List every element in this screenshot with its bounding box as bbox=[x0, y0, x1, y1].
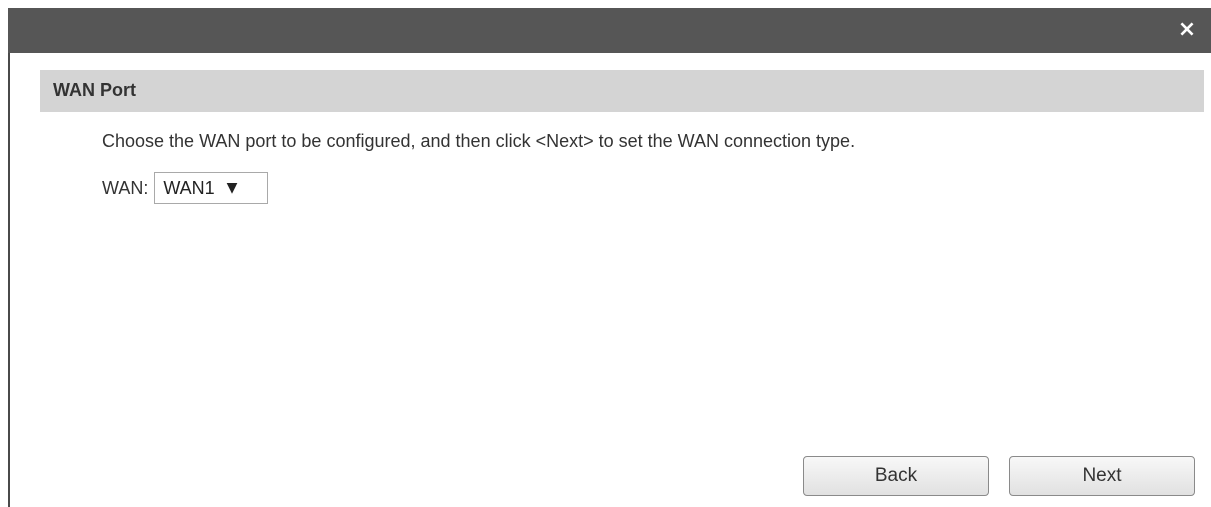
wan-select[interactable]: WAN1 ▼ bbox=[154, 172, 269, 204]
dialog-titlebar: × bbox=[8, 8, 1211, 53]
close-icon[interactable]: × bbox=[1175, 18, 1199, 42]
wan-port-dialog: × WAN Port Choose the WAN port to be con… bbox=[8, 8, 1211, 507]
next-button[interactable]: Next bbox=[1009, 456, 1195, 496]
wan-select-value: WAN1 bbox=[163, 177, 215, 198]
wan-label: WAN: bbox=[102, 177, 149, 198]
section-title: WAN Port bbox=[53, 80, 136, 100]
back-button[interactable]: Back bbox=[803, 456, 989, 496]
wan-row: WAN: WAN1 ▼ bbox=[102, 172, 269, 204]
instruction-text: Choose the WAN port to be configured, an… bbox=[102, 131, 856, 151]
dropdown-arrow-icon: ▼ bbox=[226, 180, 238, 196]
section-header: WAN Port bbox=[40, 70, 1204, 112]
